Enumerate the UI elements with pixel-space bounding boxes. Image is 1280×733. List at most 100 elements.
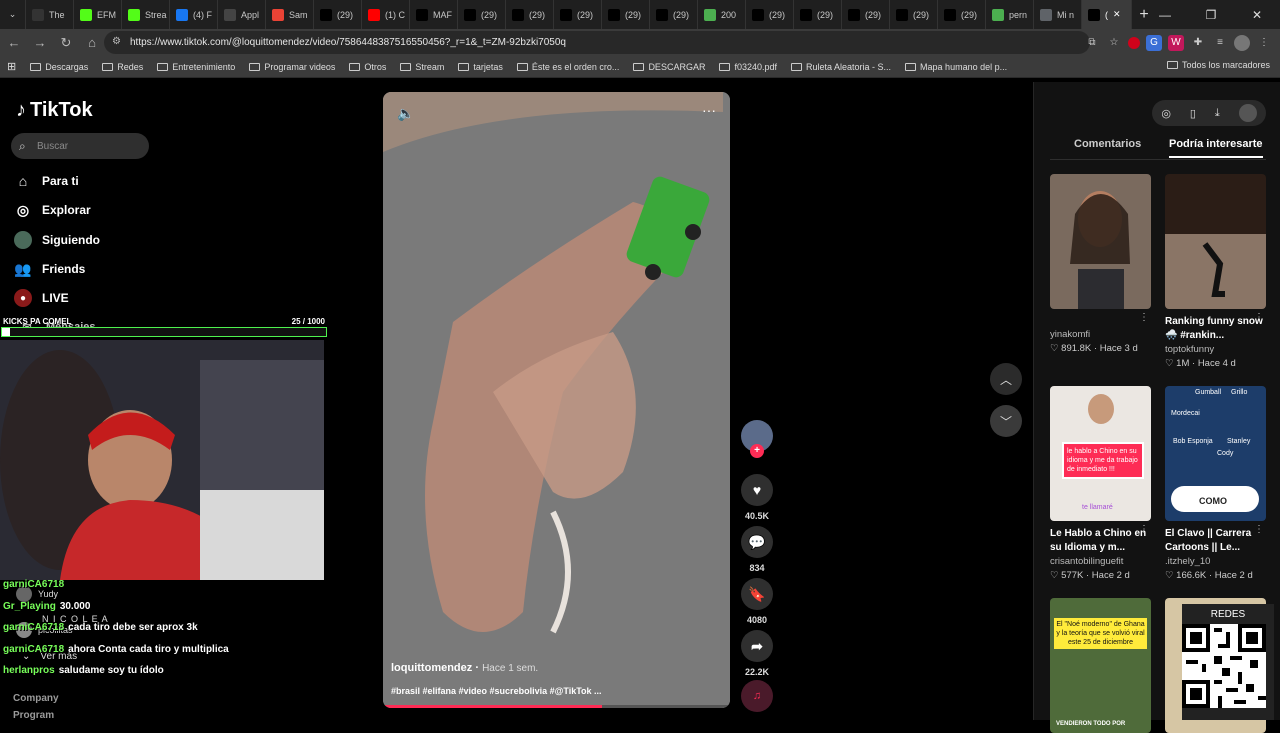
video-player[interactable]: 🔈 ··· loquittomendez · Hace 1 sem. #bras… [383,92,730,708]
footer-program-link[interactable]: Program [13,710,54,721]
reload-button[interactable]: ↻ [54,31,78,55]
browser-tab[interactable]: (4) F [170,0,218,29]
suggested-video-card[interactable]: yinakomfi ♡ 891.8K · Hace 3 d ⋮ [1050,174,1151,354]
bookmark-item[interactable]: Otros [342,62,393,72]
browser-tab[interactable]: 200 [698,0,746,29]
next-video-button[interactable]: ﹀ [990,405,1022,437]
close-window-button[interactable]: ✕ [1234,0,1280,29]
video-progress-bar[interactable] [383,705,730,708]
browser-tab[interactable]: (29) [842,0,890,29]
bookmark-item[interactable]: Stream [393,62,451,72]
browser-tab[interactable]: (29) [746,0,794,29]
like-button[interactable]: ♥ 40.5K [740,474,774,521]
nav-following[interactable]: Siguiendo [14,228,100,252]
install-app-icon[interactable]: ⧉ [1084,35,1100,51]
video-caption[interactable]: #brasil #elifana #video #sucrebolivia #@… [391,686,602,696]
browser-tab[interactable]: Appl [218,0,266,29]
profile-icon[interactable] [1234,34,1250,51]
card-title[interactable]: Le Hablo a Chino en su Idioma y m... [1050,527,1151,555]
suggested-video-card[interactable]: Gumball Grillo Mordecai Stanley Bob Espo… [1165,386,1266,581]
url-bar[interactable]: ⚙ https://www.tiktok.com/@loquittomendez… [104,31,1090,54]
bookmark-item[interactable]: f03240.pdf [712,62,784,72]
previous-video-button[interactable]: ︿ [990,363,1022,395]
browser-tab[interactable]: (29) [602,0,650,29]
reading-list-icon[interactable]: ≡ [1212,35,1228,51]
card-author[interactable]: yinakomfi [1050,329,1151,340]
author-avatar-button[interactable]: + [740,420,774,458]
home-button[interactable]: ⌂ [80,31,104,55]
card-more-icon[interactable]: ⋮ [1254,312,1264,323]
save-button[interactable]: 🔖 4080 [740,578,774,625]
browser-tab[interactable]: Mi n [1034,0,1082,29]
bookmark-item[interactable]: Descargas [23,62,95,72]
apps-grid-icon[interactable]: ⊞ [0,60,23,73]
browser-tab[interactable]: (29) [506,0,554,29]
tab-comments[interactable]: Comentarios [1074,138,1141,150]
browser-tab[interactable]: (29) [314,0,362,29]
share-button[interactable]: ➦ 22.2K [740,630,774,677]
avatar[interactable] [1238,104,1257,122]
close-tab-icon[interactable]: ✕ [1113,9,1121,20]
nav-for-you[interactable]: ⌂ Para ti [14,169,79,193]
nav-friends[interactable]: 👥 Friends [14,257,85,281]
browser-tab[interactable]: (29) [458,0,506,29]
browser-tab[interactable]: (29) [650,0,698,29]
bookmark-item[interactable]: DESCARGAR [626,62,712,72]
browser-tab[interactable]: (29) [890,0,938,29]
browser-tab[interactable]: pern [986,0,1034,29]
browser-tab[interactable]: (✕ [1082,0,1132,29]
bookmark-star-icon[interactable]: ☆ [1106,35,1122,51]
card-more-icon[interactable]: ⋮ [1254,524,1264,535]
video-author[interactable]: loquittomendez [391,662,472,674]
nav-explore[interactable]: ◎ Explorar [14,198,91,222]
browser-tab[interactable]: MAF [410,0,458,29]
card-more-icon[interactable]: ⋮ [1139,524,1149,535]
phone-icon[interactable]: ▯ [1190,107,1196,120]
browser-tab[interactable]: (29) [794,0,842,29]
extension-red-icon[interactable] [1128,36,1140,49]
tab-search-button[interactable]: ⌄ [0,0,26,29]
suggested-video-card[interactable]: le hablo a Chino en su idioma y me da tr… [1050,386,1151,581]
minimize-button[interactable]: — [1142,0,1188,29]
suggested-video-card[interactable]: Ranking funny snow 🌨️ #rankin... toptokf… [1165,174,1266,369]
browser-tab[interactable]: (1) C [362,0,410,29]
mute-icon[interactable]: 🔈 [397,105,414,122]
maximize-button[interactable]: ❐ [1188,0,1234,29]
all-bookmarks-button[interactable]: Todos los marcadores [1166,60,1270,70]
sound-button[interactable]: ♫ [740,680,774,712]
browser-tab[interactable]: Sam [266,0,314,29]
bookmark-item[interactable]: Redes [95,62,150,72]
download-icon[interactable]: ⤓ [1215,107,1220,120]
card-author[interactable]: crisantobilinguefit [1050,556,1151,567]
suggested-video-card[interactable]: El "Noé moderno" de Ghana y la teoría qu… [1050,598,1151,733]
video-more-icon[interactable]: ··· [702,102,716,118]
back-button[interactable]: ← [2,31,26,55]
bookmark-item[interactable]: tarjetas [451,62,510,72]
browser-tab[interactable]: EFM [74,0,122,29]
card-author[interactable]: toptokfunny [1165,344,1266,355]
bookmark-item[interactable]: Éste es el orden cro... [510,62,627,72]
card-more-icon[interactable]: ⋮ [1139,312,1149,323]
extensions-puzzle-icon[interactable]: ✚ [1190,35,1206,51]
tab-suggested[interactable]: Podría interesarte [1169,138,1263,158]
compass-icon[interactable]: ◎ [1161,107,1171,120]
site-info-icon[interactable]: ⚙ [112,36,121,47]
nav-live[interactable]: ● LIVE [14,286,69,310]
bookmark-item[interactable]: Entretenimiento [150,62,242,72]
menu-kebab-icon[interactable]: ⋮ [1256,35,1272,51]
bookmark-item[interactable]: Mapa humano del p... [898,62,1014,72]
search-input[interactable]: ⌕ Buscar [11,133,149,159]
browser-tab[interactable]: Strea [122,0,170,29]
browser-tab[interactable]: (29) [938,0,986,29]
comment-button[interactable]: 💬 834 [740,526,774,573]
card-author[interactable]: .itzhely_10 [1165,556,1266,567]
follow-plus-icon[interactable]: + [750,444,764,458]
card-title[interactable]: El Clavo || Carrera Cartoons || Le... [1165,527,1266,555]
browser-tab[interactable]: (29) [554,0,602,29]
bookmark-item[interactable]: Ruleta Aleatoria - S... [784,62,898,72]
extension-pink-icon[interactable]: W [1168,34,1184,51]
translate-extension-icon[interactable]: G [1146,34,1162,51]
tiktok-logo[interactable]: ♪ TikTok [16,99,93,122]
forward-button[interactable]: → [28,31,52,55]
browser-tab[interactable]: The [26,0,74,29]
